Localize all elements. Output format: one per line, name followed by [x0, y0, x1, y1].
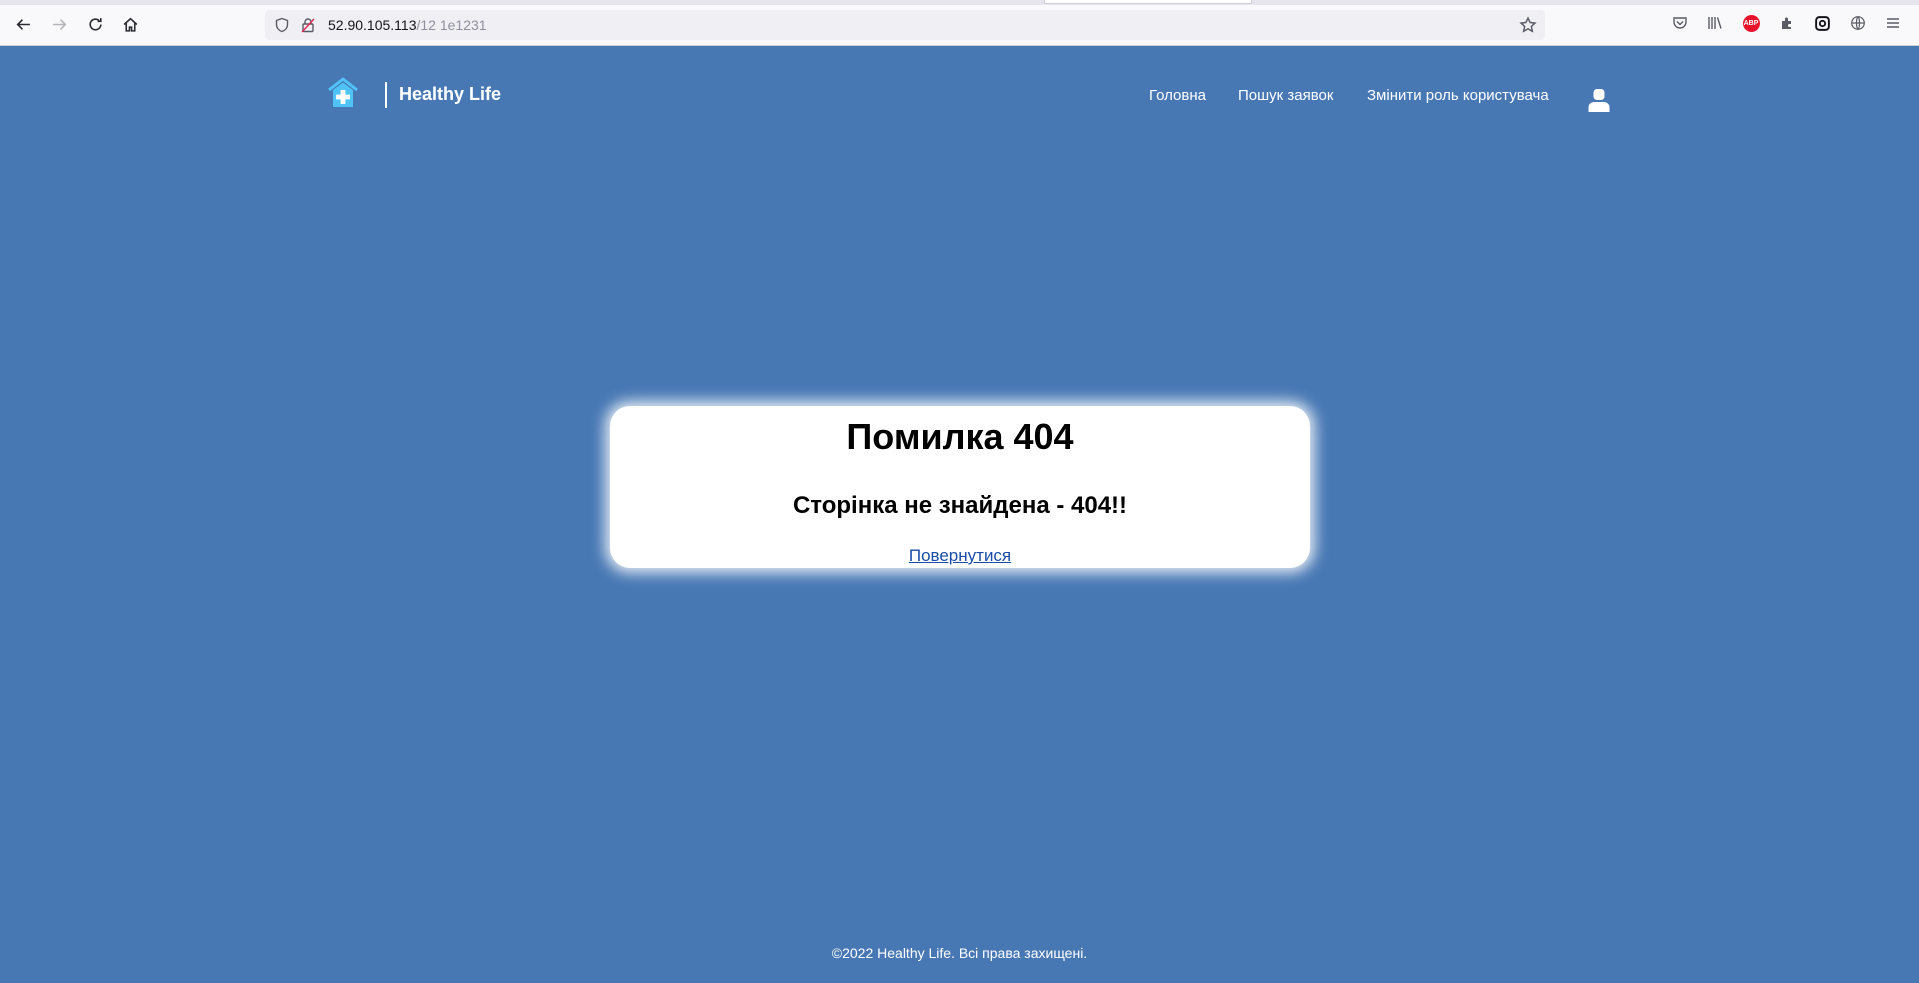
- adblock-button[interactable]: ABP: [1742, 14, 1760, 32]
- error-message: Сторінка не знайдена - 404!!: [792, 492, 1128, 519]
- url-path: /12 1e1231: [416, 17, 487, 33]
- extension-icon: [1782, 17, 1791, 29]
- back-button[interactable]: [10, 11, 36, 37]
- nav-link-home[interactable]: Головна: [1149, 87, 1206, 104]
- reload-icon: [88, 17, 102, 31]
- globe-icon: [1851, 16, 1865, 30]
- active-tab[interactable]: [1044, 0, 1252, 4]
- browser-toolbar: 52.90.105.113/12 1e1231 ABP: [0, 0, 1919, 46]
- user-icon[interactable]: [1587, 88, 1611, 112]
- app-menu-button[interactable]: [1884, 14, 1902, 32]
- reload-button[interactable]: [82, 11, 108, 37]
- url-host: 52.90.105.113: [328, 17, 417, 33]
- home-icon: [123, 17, 137, 32]
- error-card: Помилка 404 Сторінка не знайдена - 404!!…: [610, 406, 1310, 568]
- url-text[interactable]: 52.90.105.113/12 1e1231: [328, 10, 487, 40]
- tab-strip: [0, 0, 1919, 5]
- menu-icon: [1887, 18, 1899, 28]
- globe-button[interactable]: [1849, 14, 1867, 32]
- pocket-button[interactable]: [1671, 14, 1689, 32]
- library-icon: [1708, 17, 1722, 29]
- nav-link-change-role[interactable]: Змінити роль користувача: [1367, 87, 1549, 104]
- shield-icon[interactable]: [274, 17, 290, 33]
- forward-icon: [52, 18, 66, 30]
- logo-divider: [385, 82, 387, 108]
- nav-link-search-requests[interactable]: Пошук заявок: [1238, 87, 1333, 104]
- forward-button[interactable]: [46, 11, 72, 37]
- address-bar[interactable]: 52.90.105.113/12 1e1231: [265, 10, 1545, 40]
- library-button[interactable]: [1706, 14, 1724, 32]
- sync-icon: [1814, 15, 1830, 31]
- extension-button[interactable]: [1778, 14, 1796, 32]
- star-icon[interactable]: [1519, 16, 1537, 34]
- error-title: Помилка 404: [846, 416, 1074, 457]
- adblock-icon: ABP: [1742, 14, 1760, 32]
- back-icon: [16, 18, 30, 30]
- sync-button[interactable]: [1813, 14, 1831, 32]
- insecure-lock-icon[interactable]: [300, 17, 316, 33]
- back-link[interactable]: Повернутися: [610, 546, 1310, 566]
- home-button[interactable]: [117, 11, 143, 37]
- pocket-icon: [1673, 17, 1687, 29]
- brand-name[interactable]: Healthy Life: [399, 84, 501, 105]
- hospital-logo-icon[interactable]: [327, 77, 359, 109]
- footer-copyright: ©2022 Healthy Life. Всі права захищені.: [831, 945, 1088, 961]
